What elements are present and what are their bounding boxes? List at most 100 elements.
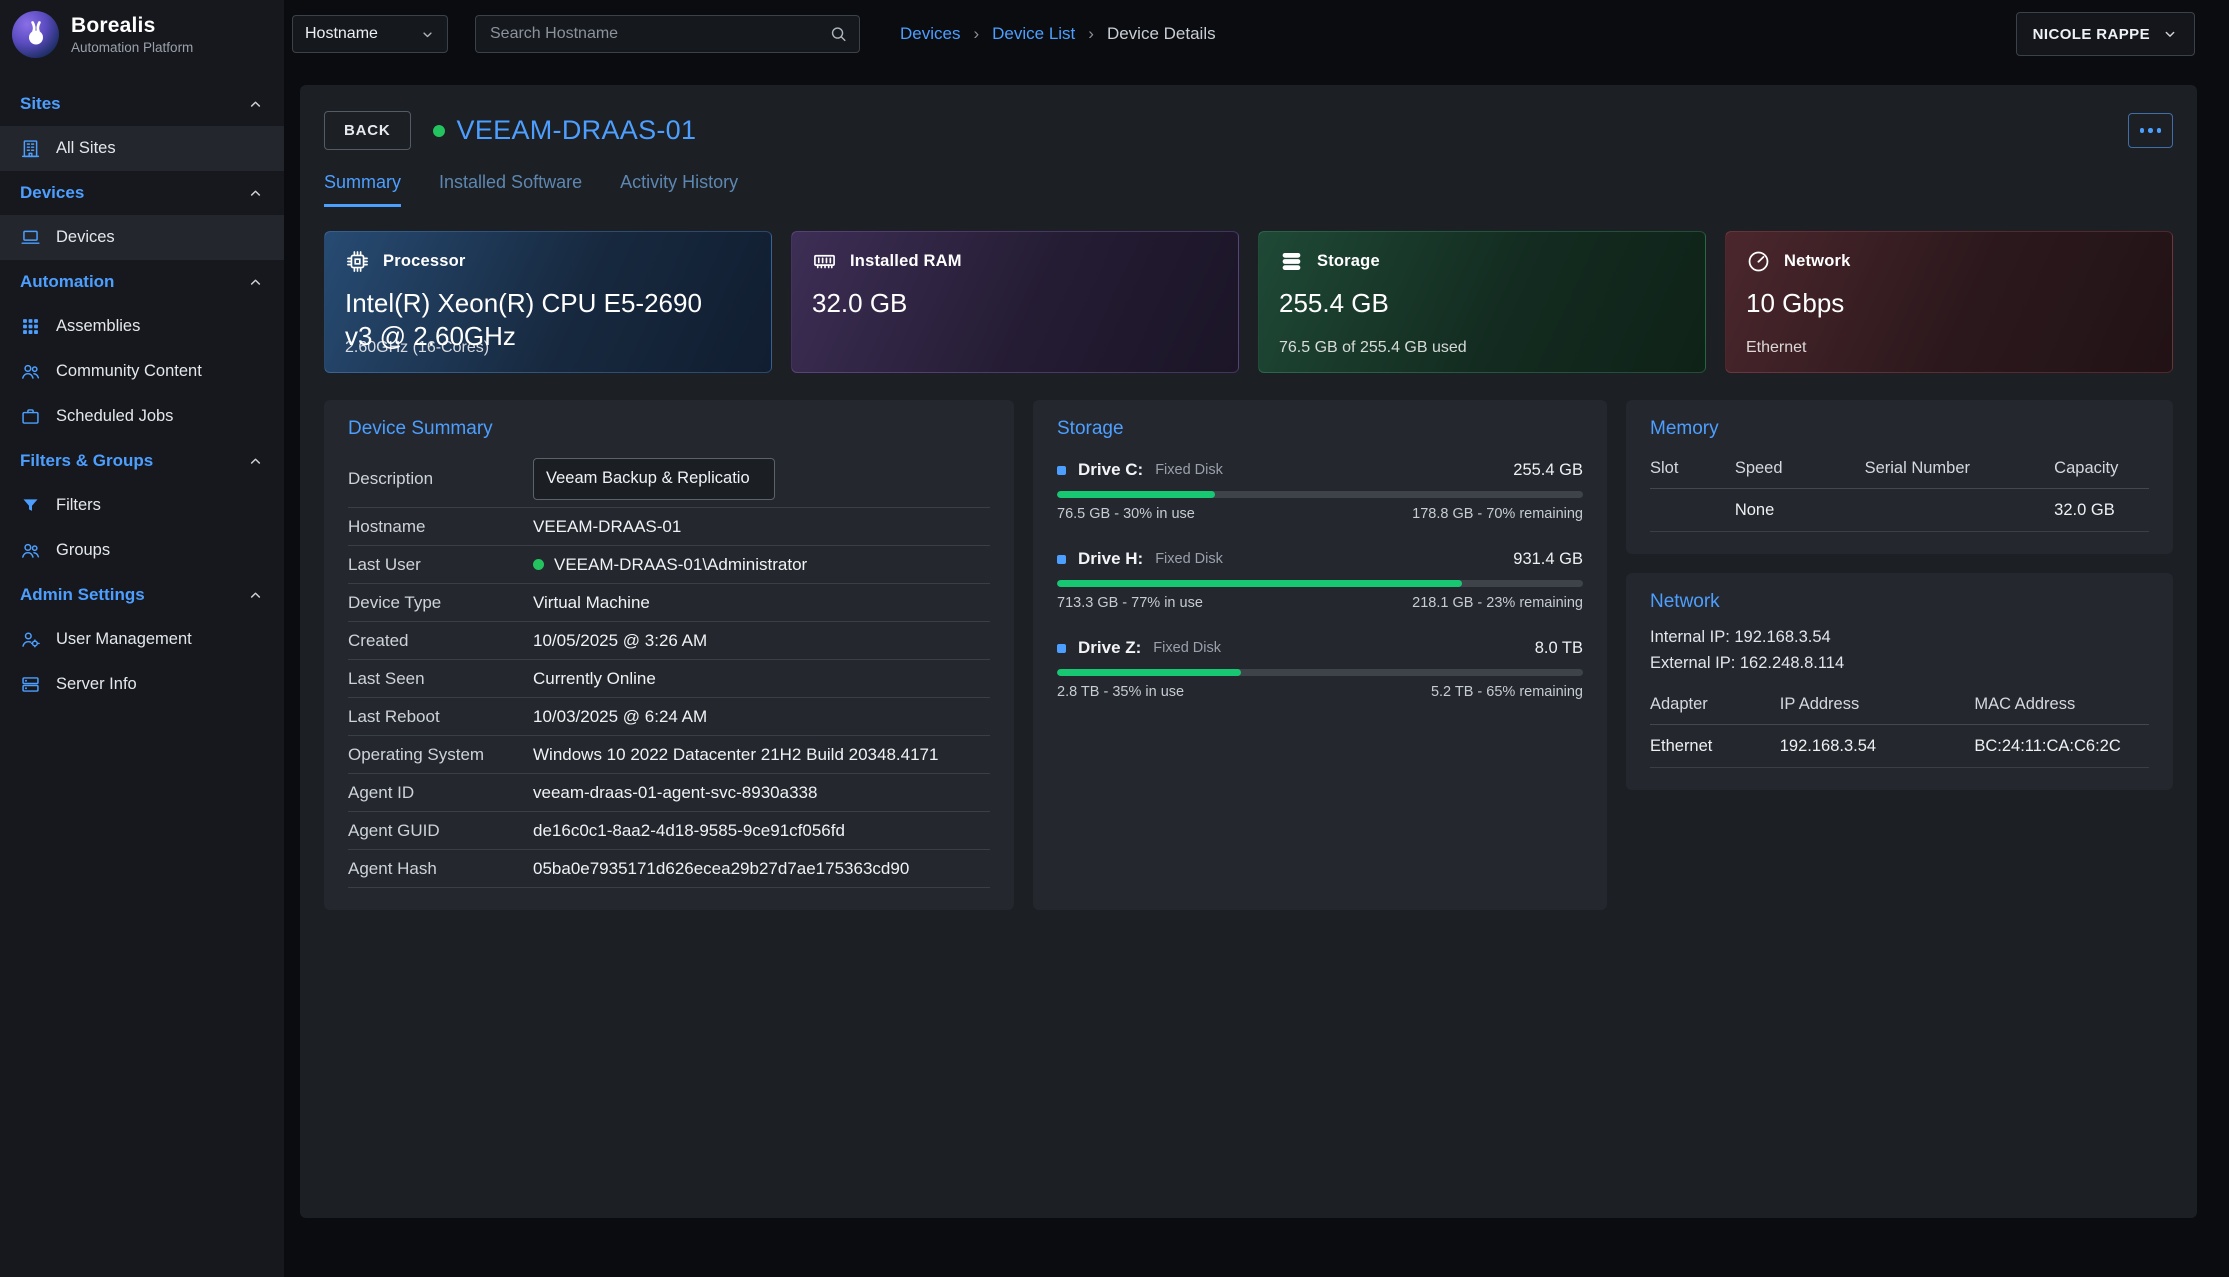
row-label: Last User xyxy=(348,555,533,575)
sidebar-item-label: Server Info xyxy=(56,675,137,694)
description-input[interactable] xyxy=(533,458,775,500)
brand-name: Borealis xyxy=(71,14,193,38)
summary-row-last-seen: Last Seen Currently Online xyxy=(348,660,990,698)
panels-grid: Device Summary Description Hostname VEEA… xyxy=(324,400,2173,910)
memory-panel: Memory Slot Speed Serial Number Capacity… xyxy=(1626,400,2173,554)
row-value: Windows 10 2022 Datacenter 21H2 Build 20… xyxy=(533,745,938,765)
page-title: VEEAM-DRAAS-01 xyxy=(457,115,697,146)
user-menu-button[interactable]: NICOLE RAPPE xyxy=(2016,12,2195,56)
section-label: Automation xyxy=(20,272,114,292)
memory-table-header: Slot Speed Serial Number Capacity xyxy=(1650,448,2149,489)
brand-text: Borealis Automation Platform xyxy=(71,14,193,55)
memory-table-row: None 32.0 GB xyxy=(1650,489,2149,532)
sidebar-item-scheduled-jobs[interactable]: Scheduled Jobs xyxy=(0,394,284,439)
row-label: Last Reboot xyxy=(348,707,533,727)
row-value: Virtual Machine xyxy=(533,593,650,613)
sidebar-section-filters-groups[interactable]: Filters & Groups xyxy=(0,439,284,483)
sidebar-item-user-management[interactable]: User Management xyxy=(0,617,284,662)
breadcrumb-device-details: Device Details xyxy=(1075,24,1215,44)
drive-usage-fill xyxy=(1057,580,1462,587)
card-title: Storage xyxy=(1317,252,1380,271)
sidebar: Borealis Automation Platform Sites xyxy=(0,0,284,1277)
panel-title: Device Summary xyxy=(348,418,990,440)
summary-row-agent-guid: Agent GUID de16c0c1-8aa2-4d18-9585-9ce91… xyxy=(348,812,990,850)
adapter-mac: BC:24:11:CA:C6:2C xyxy=(1974,737,2149,756)
section-label: Filters & Groups xyxy=(20,451,153,471)
breadcrumb: Devices Device List Device Details xyxy=(900,24,1216,44)
borealis-logo xyxy=(12,11,59,58)
internal-ip: Internal IP: 192.168.3.54 xyxy=(1650,625,2149,651)
breadcrumb-devices[interactable]: Devices xyxy=(900,24,960,44)
sidebar-item-assemblies[interactable]: Assemblies xyxy=(0,304,284,349)
row-label: Last Seen xyxy=(348,669,533,689)
user-name: NICOLE RAPPE xyxy=(2033,26,2150,43)
search-field-selected: Hostname xyxy=(305,25,378,43)
col-header: Adapter xyxy=(1650,695,1780,714)
device-online-dot xyxy=(433,125,445,137)
sidebar-item-filters[interactable]: Filters xyxy=(0,483,284,528)
adapter-name: Ethernet xyxy=(1650,737,1780,756)
tab-summary[interactable]: Summary xyxy=(324,172,401,207)
sidebar-item-server-info[interactable]: Server Info xyxy=(0,662,284,707)
more-options-button[interactable] xyxy=(2128,113,2173,148)
row-value: 10/03/2025 @ 6:24 AM xyxy=(533,707,707,727)
tab-activity-history[interactable]: Activity History xyxy=(620,172,738,207)
summary-row-operating-system: Operating System Windows 10 2022 Datacen… xyxy=(348,736,990,774)
chevron-up-icon xyxy=(247,453,264,470)
tab-installed-software[interactable]: Installed Software xyxy=(439,172,582,207)
drive-used-text: 713.3 GB - 77% in use xyxy=(1057,595,1203,611)
drive-usage-bar xyxy=(1057,491,1583,498)
search-field-select[interactable]: Hostname xyxy=(292,15,448,53)
card-footer: 2.60GHz (16-Cores) xyxy=(345,339,489,357)
network-ips: Internal IP: 192.168.3.54 External IP: 1… xyxy=(1650,625,2149,676)
drive-usage-bar xyxy=(1057,669,1583,676)
card-value: 255.4 GB xyxy=(1279,287,1661,320)
col-header: IP Address xyxy=(1780,695,1975,714)
search-icon[interactable] xyxy=(829,25,848,44)
sidebar-item-community-content[interactable]: Community Content xyxy=(0,349,284,394)
drive-size: 255.4 GB xyxy=(1513,461,1583,480)
drive-usage-fill xyxy=(1057,669,1241,676)
search-input[interactable] xyxy=(475,15,860,53)
sidebar-item-label: Groups xyxy=(56,541,110,560)
server-info-icon xyxy=(20,674,41,695)
memory-speed: None xyxy=(1735,501,1865,520)
sidebar-item-label: Scheduled Jobs xyxy=(56,407,173,426)
drive-row-c: Drive C: Fixed Disk 255.4 GB 76.5 GB - 3… xyxy=(1057,460,1583,522)
network-speed-icon xyxy=(1746,249,1771,274)
drive-type: Fixed Disk xyxy=(1155,551,1223,567)
row-value: 10/05/2025 @ 3:26 AM xyxy=(533,631,707,651)
stat-card-processor: Processor Intel(R) Xeon(R) CPU E5-2690 v… xyxy=(324,231,772,373)
row-label: Operating System xyxy=(348,745,533,765)
breadcrumb-device-list[interactable]: Device List xyxy=(960,24,1075,44)
sidebar-nav: Sites All Sites Devices xyxy=(0,82,284,707)
panel-title: Memory xyxy=(1650,418,2149,440)
card-title: Network xyxy=(1784,252,1851,271)
drive-remaining-text: 178.8 GB - 70% remaining xyxy=(1412,506,1583,522)
row-value: veeam-draas-01-agent-svc-8930a338 xyxy=(533,783,817,803)
sidebar-section-sites[interactable]: Sites xyxy=(0,82,284,126)
row-value: VEEAM-DRAAS-01 xyxy=(533,517,681,537)
network-table-row: Ethernet 192.168.3.54 BC:24:11:CA:C6:2C xyxy=(1650,725,2149,768)
processor-icon xyxy=(345,249,370,274)
drive-bullet-icon xyxy=(1057,555,1066,564)
adapter-ip: 192.168.3.54 xyxy=(1780,737,1975,756)
sidebar-section-admin-settings[interactable]: Admin Settings xyxy=(0,573,284,617)
topbar: Hostname Devices Device List Device Deta… xyxy=(284,0,2229,68)
sidebar-item-all-sites[interactable]: All Sites xyxy=(0,126,284,171)
sidebar-item-groups[interactable]: Groups xyxy=(0,528,284,573)
stat-cards: Processor Intel(R) Xeon(R) CPU E5-2690 v… xyxy=(324,231,2173,373)
memory-capacity: 32.0 GB xyxy=(2054,501,2149,520)
drive-bullet-icon xyxy=(1057,644,1066,653)
sidebar-section-devices[interactable]: Devices xyxy=(0,171,284,215)
stat-card-installed-ram: Installed RAM 32.0 GB xyxy=(791,231,1239,373)
card-title: Processor xyxy=(383,252,466,271)
col-header: MAC Address xyxy=(1974,695,2149,714)
sidebar-section-automation[interactable]: Automation xyxy=(0,260,284,304)
sidebar-item-devices[interactable]: Devices xyxy=(0,215,284,260)
drive-name: Drive Z: xyxy=(1078,638,1141,658)
chevron-up-icon xyxy=(247,185,264,202)
row-label: Agent Hash xyxy=(348,859,533,879)
all-sites-icon xyxy=(20,138,41,159)
back-button[interactable]: BACK xyxy=(324,111,411,150)
